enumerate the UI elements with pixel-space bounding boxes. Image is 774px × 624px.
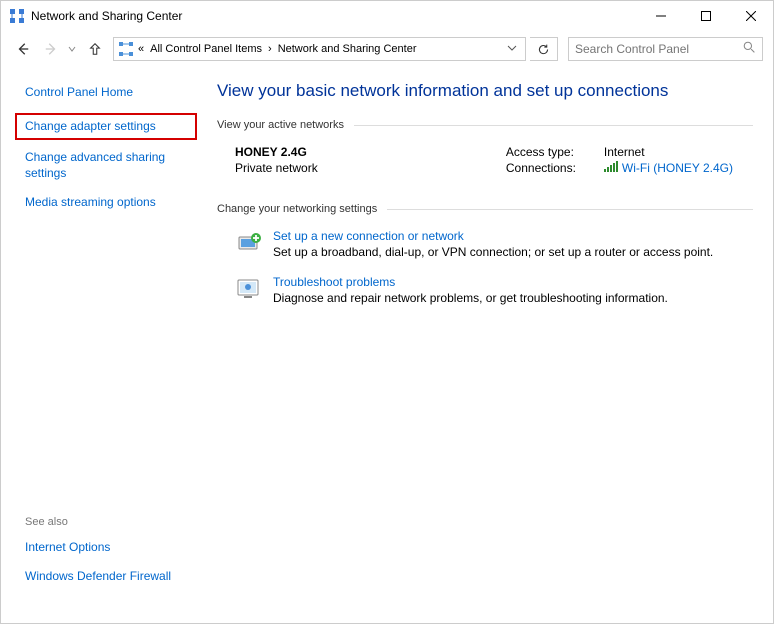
maximize-button[interactable]: [683, 1, 728, 31]
breadcrumb-item[interactable]: All Control Panel Items: [146, 43, 266, 55]
close-icon: [746, 11, 756, 21]
forward-icon: [44, 42, 58, 56]
minimize-icon: [656, 11, 666, 21]
network-icon: [118, 41, 134, 57]
page-title: View your basic network information and …: [217, 81, 753, 101]
up-button[interactable]: [85, 39, 105, 59]
wifi-signal-icon: [604, 161, 618, 175]
highlight-box: Change adapter settings: [15, 113, 197, 141]
window-controls: [638, 1, 773, 31]
forward-button[interactable]: [39, 37, 63, 61]
advanced-sharing-link[interactable]: Change advanced sharing settings: [25, 150, 197, 181]
active-networks-heading: View your active networks: [217, 119, 753, 131]
search-icon: [743, 41, 756, 57]
close-button[interactable]: [728, 1, 773, 31]
setup-connection-desc: Set up a broadband, dial-up, or VPN conn…: [273, 245, 713, 259]
window-title: Network and Sharing Center: [31, 9, 638, 23]
setup-connection-icon: [235, 229, 263, 257]
breadcrumb-item[interactable]: Network and Sharing Center: [274, 43, 421, 55]
setup-connection-link[interactable]: Set up a new connection or network: [273, 229, 713, 243]
troubleshoot-icon: [235, 275, 263, 303]
active-network-row: HONEY 2.4G Private network Access type: …: [217, 145, 753, 177]
search-input[interactable]: [575, 42, 743, 56]
breadcrumb-arrow: ›: [268, 43, 272, 55]
network-identity: HONEY 2.4G Private network: [235, 145, 318, 177]
refresh-button[interactable]: [530, 37, 558, 61]
chevron-down-icon: [68, 45, 76, 53]
internet-options-link[interactable]: Internet Options: [25, 540, 197, 556]
network-name: HONEY 2.4G: [235, 145, 318, 159]
title-bar: Network and Sharing Center: [1, 1, 773, 31]
content: Control Panel Home Change adapter settin…: [1, 67, 773, 623]
see-also-heading: See also: [25, 516, 197, 528]
minimize-button[interactable]: [638, 1, 683, 31]
up-icon: [88, 42, 102, 56]
troubleshoot-item: Troubleshoot problems Diagnose and repai…: [235, 275, 753, 305]
connection-link[interactable]: Wi-Fi (HONEY 2.4G): [604, 161, 733, 175]
network-details: Access type: Internet Connections: Wi-Fi…: [506, 145, 733, 177]
nav-bar: « All Control Panel Items › Network and …: [1, 31, 773, 67]
chevron-down-icon: [507, 44, 517, 52]
history-dropdown[interactable]: [67, 45, 77, 53]
access-type-value: Internet: [604, 145, 645, 159]
change-adapter-link[interactable]: Change adapter settings: [25, 119, 187, 135]
breadcrumb-sep: «: [138, 43, 144, 55]
settings-list: Set up a new connection or network Set u…: [217, 229, 753, 305]
search-box[interactable]: [568, 37, 763, 61]
control-panel-home-link[interactable]: Control Panel Home: [25, 85, 197, 101]
app-icon: [9, 8, 25, 24]
firewall-link[interactable]: Windows Defender Firewall: [25, 569, 197, 585]
access-type-label: Access type:: [506, 145, 596, 159]
main-panel: View your basic network information and …: [211, 67, 773, 623]
media-streaming-link[interactable]: Media streaming options: [25, 195, 197, 211]
refresh-icon: [537, 43, 550, 56]
troubleshoot-desc: Diagnose and repair network problems, or…: [273, 291, 668, 305]
network-type: Private network: [235, 161, 318, 175]
troubleshoot-link[interactable]: Troubleshoot problems: [273, 275, 668, 289]
change-settings-heading: Change your networking settings: [217, 203, 753, 215]
back-icon: [16, 42, 30, 56]
maximize-icon: [701, 11, 711, 21]
connections-label: Connections:: [506, 161, 596, 175]
address-dropdown[interactable]: [503, 43, 521, 55]
back-button[interactable]: [11, 37, 35, 61]
address-bar[interactable]: « All Control Panel Items › Network and …: [113, 37, 526, 61]
setup-connection-item: Set up a new connection or network Set u…: [235, 229, 753, 259]
sidebar: Control Panel Home Change adapter settin…: [1, 67, 211, 623]
